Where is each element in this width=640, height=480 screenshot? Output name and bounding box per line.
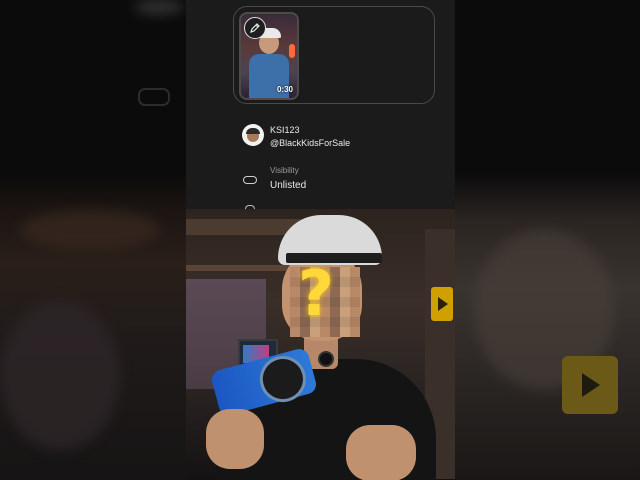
visibility-row[interactable]: Visibility Unlisted <box>242 166 442 196</box>
person-hand-right <box>346 425 416 480</box>
play-sign <box>431 287 453 321</box>
visibility-label: Visibility <box>270 166 299 175</box>
background-right-blur <box>454 0 640 480</box>
bg-blob <box>20 210 160 250</box>
bg-blob <box>134 0 184 14</box>
channel-name: KSI123 <box>270 125 300 135</box>
bg-shelf <box>186 265 296 271</box>
bg-blob <box>0 300 120 450</box>
link-icon <box>243 176 257 184</box>
avatar-cap <box>246 128 260 134</box>
pencil-icon <box>250 23 260 33</box>
video-thumbnail[interactable]: 0:30 <box>239 12 299 100</box>
question-mark-icon: ? <box>298 257 334 330</box>
video-duration: 0:30 <box>276 85 293 94</box>
video-preview[interactable]: ? <box>186 209 455 480</box>
visibility-value: Unlisted <box>270 180 307 191</box>
edit-thumbnail-button[interactable] <box>244 17 266 39</box>
person-hand-left <box>206 409 264 469</box>
channel-handle: @BlackKidsForSale <box>270 138 351 148</box>
upload-details-panel: 0:30 KSI123 @BlackKidsForSale Visibility… <box>186 0 455 480</box>
play-sign-blur <box>562 356 618 414</box>
avatar <box>242 124 264 146</box>
video-card[interactable]: 0:30 <box>233 6 435 104</box>
thumbnail-light <box>289 44 295 58</box>
channel-row[interactable]: KSI123 @BlackKidsForSale <box>242 124 442 148</box>
link-icon <box>138 88 170 106</box>
background-left-blur <box>0 0 186 480</box>
microphone <box>318 351 334 367</box>
